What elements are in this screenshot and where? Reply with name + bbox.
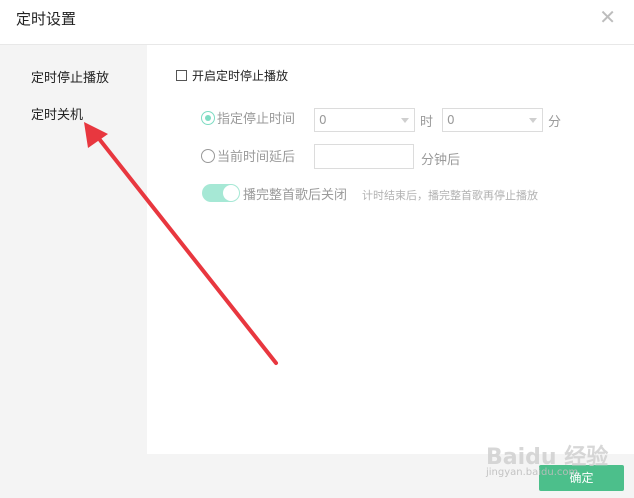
hour-unit: 时 — [420, 115, 434, 130]
settings-panel: 开启定时停止播放 指定停止时间 0 时 0 分 当前时间延后 分钟后 播完整首歌… — [147, 45, 634, 454]
finish-song-hint: 计时结束后，播完整首歌再停止播放 — [362, 189, 538, 202]
minute-value: 0 — [447, 113, 455, 127]
hour-select[interactable]: 0 — [314, 108, 415, 132]
delay-minutes-input[interactable] — [314, 144, 414, 169]
finish-song-label: 播完整首歌后关闭 — [243, 188, 348, 203]
specific-time-label: 指定停止时间 — [217, 112, 296, 127]
minute-unit: 分 — [548, 115, 562, 130]
delay-label: 当前时间延后 — [217, 150, 296, 165]
window-title: 定时设置 — [16, 10, 77, 28]
chevron-down-icon — [529, 118, 537, 123]
specific-time-option[interactable]: 指定停止时间 — [201, 108, 295, 127]
delay-radio[interactable] — [201, 148, 215, 163]
enable-timer-label: 开启定时停止播放 — [192, 69, 289, 83]
delay-option[interactable]: 当前时间延后 — [201, 146, 295, 165]
ok-button[interactable]: 确定 — [539, 465, 624, 491]
sidebar-item-stop-playback[interactable]: 定时停止播放 — [31, 67, 109, 86]
sidebar-item-shutdown[interactable]: 定时关机 — [31, 104, 83, 123]
enable-timer-checkbox[interactable] — [176, 70, 187, 81]
chevron-down-icon — [401, 118, 409, 123]
specific-time-radio[interactable] — [201, 110, 215, 125]
enable-timer-row[interactable]: 开启定时停止播放 — [176, 67, 288, 84]
hour-value: 0 — [319, 113, 327, 127]
titlebar: 定时设置 ✕ — [0, 0, 634, 45]
minute-select[interactable]: 0 — [442, 108, 543, 132]
toggle-knob — [223, 185, 239, 201]
sidebar: 定时停止播放 定时关机 — [0, 45, 147, 454]
delay-unit: 分钟后 — [421, 153, 461, 168]
finish-song-toggle[interactable] — [202, 184, 240, 202]
close-icon[interactable]: ✕ — [599, 7, 616, 27]
